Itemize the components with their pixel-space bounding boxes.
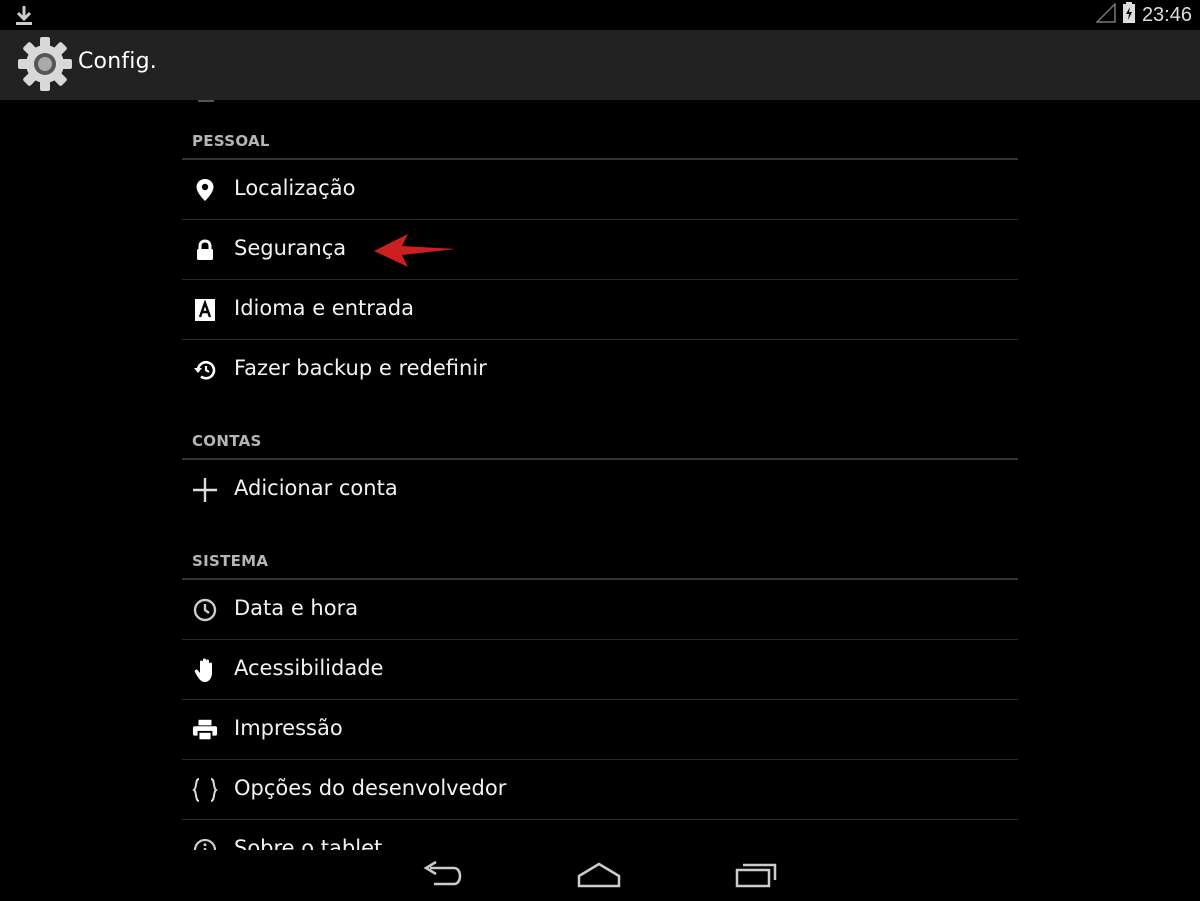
plus-icon: [192, 477, 218, 503]
recents-icon[interactable]: [732, 860, 780, 890]
settings-item-label: Segurança: [234, 236, 347, 260]
settings-list[interactable]: PESSOAL Localização Segurança Idioma e e…: [182, 100, 1018, 880]
settings-item-label: Adicionar conta: [234, 476, 398, 500]
section-header-sistema: SISTEMA: [182, 520, 1018, 580]
printer-icon: [192, 717, 218, 743]
settings-item-label: Fazer backup e redefinir: [234, 356, 487, 380]
hand-icon: [192, 657, 218, 683]
braces-icon: [192, 777, 218, 803]
section-header-pessoal: PESSOAL: [182, 124, 1018, 160]
settings-item-label: Data e hora: [234, 596, 359, 620]
settings-item-adicionar-conta[interactable]: Adicionar conta: [182, 460, 1018, 520]
settings-item-label: Idioma e entrada: [234, 296, 414, 320]
settings-item-label: Impressão: [234, 716, 343, 740]
lock-icon: [192, 237, 218, 263]
settings-item-impressao[interactable]: Impressão: [182, 700, 1018, 760]
red-arrow-icon: [372, 230, 458, 270]
download-icon: [14, 4, 34, 26]
settings-item-acessibilidade[interactable]: Acessibilidade: [182, 640, 1018, 700]
partial-list-item: [182, 100, 1018, 124]
location-pin-icon: [192, 177, 218, 203]
signal-icon: [1095, 2, 1116, 27]
home-icon[interactable]: [575, 860, 623, 890]
gear-icon[interactable]: [16, 35, 74, 93]
settings-item-backup[interactable]: Fazer backup e redefinir: [182, 340, 1018, 400]
settings-item-label: Localização: [234, 176, 356, 200]
status-time: 23:46: [1141, 3, 1192, 26]
page-title: Config.: [78, 49, 157, 74]
status-indicators: 23:46: [1095, 2, 1192, 28]
settings-item-desenvolvedor[interactable]: Opções do desenvolvedor: [182, 760, 1018, 820]
settings-item-label: Acessibilidade: [234, 656, 384, 680]
settings-item-seguranca[interactable]: Segurança: [182, 220, 1018, 280]
section-header-contas: CONTAS: [182, 400, 1018, 460]
clock-icon: [192, 597, 218, 623]
action-bar: Config.: [0, 30, 1200, 100]
settings-item-data-hora[interactable]: Data e hora: [182, 580, 1018, 640]
restore-icon: [192, 357, 218, 383]
settings-item-localizacao[interactable]: Localização: [182, 160, 1018, 220]
status-bar: 23:46: [0, 0, 1200, 30]
navigation-bar: [0, 850, 1200, 901]
settings-item-idioma[interactable]: Idioma e entrada: [182, 280, 1018, 340]
back-icon[interactable]: [420, 860, 468, 890]
battery-icon: [1122, 2, 1136, 28]
language-icon: [192, 297, 218, 323]
settings-item-label: Opções do desenvolvedor: [234, 776, 507, 800]
